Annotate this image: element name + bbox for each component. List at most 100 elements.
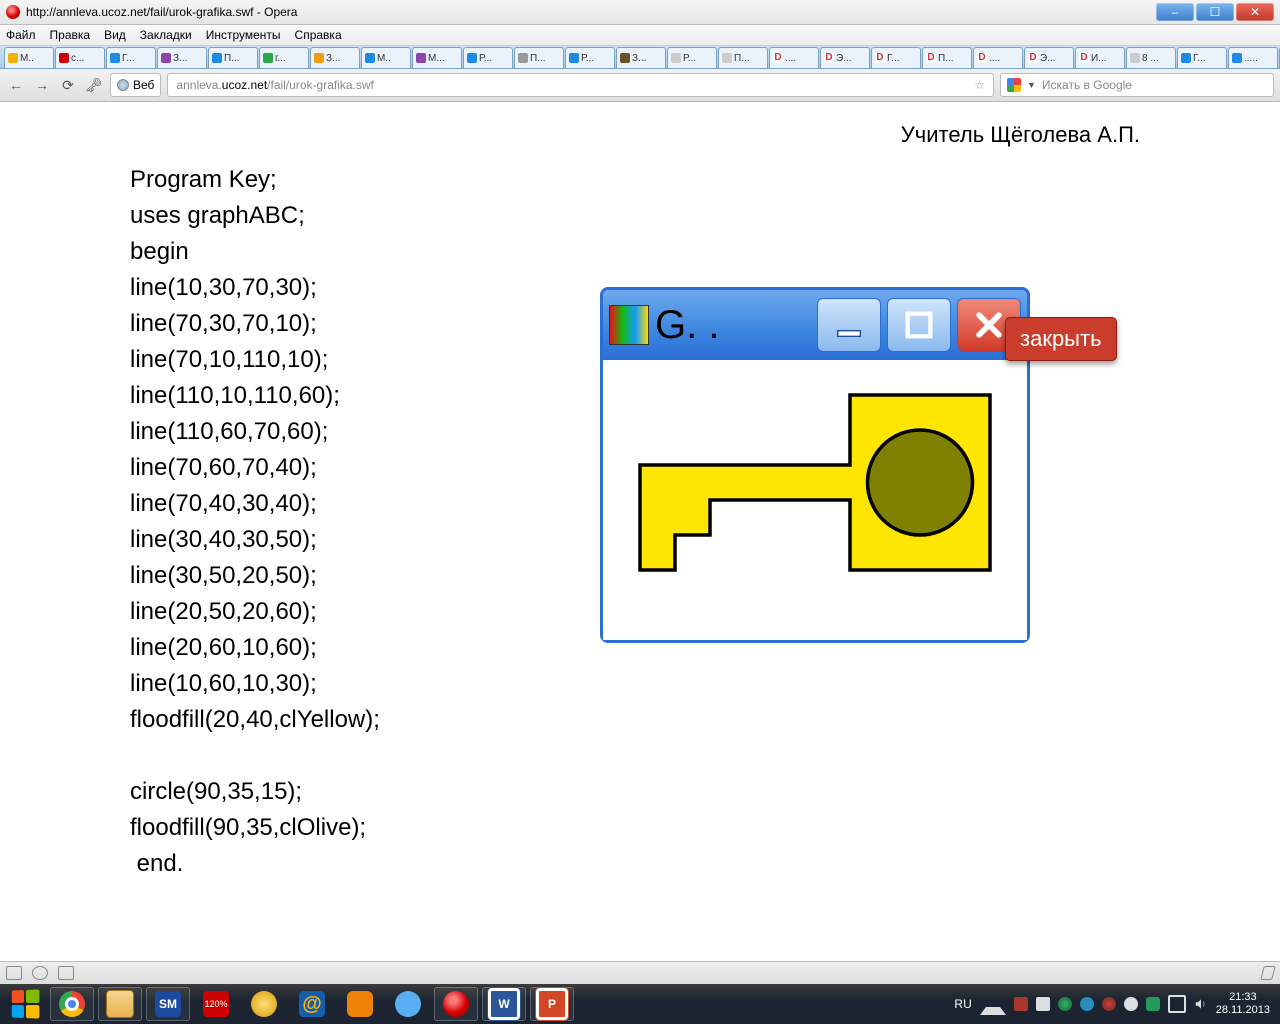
browser-tab[interactable]: Р... [565,47,615,68]
menu-bookmarks[interactable]: Закладки [140,28,192,42]
browser-tab[interactable]: З... [616,47,666,68]
tab-label: М.. [377,53,391,64]
browser-tab[interactable]: Р... [463,47,513,68]
panel-icon[interactable] [6,966,22,980]
search-field[interactable]: ▼ Искать в Google [1000,73,1274,97]
tab-label: ..... [1244,53,1258,64]
tray-opera-icon[interactable] [1102,997,1116,1011]
favicon-icon [8,53,18,63]
favicon-icon [314,53,324,63]
taskbar-app-1[interactable]: 120% [194,987,238,1021]
browser-tab[interactable]: ..... [1228,47,1278,68]
tray-green-icon[interactable] [1058,997,1072,1011]
tab-label: Г... [1193,53,1206,64]
browser-tab[interactable]: DГ... [871,47,921,68]
globe-icon [117,79,129,91]
tab-label: Э... [836,53,852,64]
favicon-icon [722,53,732,63]
browser-tab[interactable]: Г... [1177,47,1227,68]
taskbar-mailru[interactable]: @ [290,987,334,1021]
url-path: /fail/urok-grafika.swf [267,78,374,92]
tab-label: Р... [479,53,492,64]
taskbar-sm[interactable]: SM [146,987,190,1021]
browser-tab[interactable]: П... [514,47,564,68]
tray-up-icon[interactable] [980,993,1006,1015]
tray-flag-icon[interactable] [1036,997,1050,1011]
menu-view[interactable]: Вид [104,28,126,42]
tray-net-icon[interactable] [1168,995,1186,1013]
favicon-icon [1130,53,1140,63]
favicon-icon [671,53,681,63]
menu-tools[interactable]: Инструменты [206,28,281,42]
tab-label: П... [938,53,954,64]
browser-tab[interactable]: М.. [4,47,54,68]
menu-file[interactable]: Файл [6,28,36,42]
nav-back-button[interactable]: ← [6,75,26,95]
browser-tab[interactable]: D.... [973,47,1023,68]
tray-clock[interactable]: 21:33 28.11.2013 [1216,991,1270,1017]
tray-volume-icon[interactable] [1194,997,1208,1011]
favicon-icon [110,53,120,63]
tray-green2-icon[interactable] [1146,997,1160,1011]
tab-label: З... [632,53,646,64]
favicon-icon [1181,53,1191,63]
window-close-button[interactable]: ✕ [1236,3,1274,21]
window-minimize-button[interactable]: – [1156,3,1194,21]
tray-white-icon[interactable] [1124,997,1138,1011]
taskbar-chrome[interactable] [50,987,94,1021]
address-bar: ← → ⟳ 🗝 Веб annleva.ucoz.net/fail/urok-g… [0,69,1280,102]
address-field[interactable]: annleva.ucoz.net/fail/urok-grafika.swf ☆ [167,73,994,97]
window-maximize-button[interactable]: ☐ [1196,3,1234,21]
browser-tab[interactable]: DЭ... [1024,47,1074,68]
taskbar-word[interactable]: W [482,987,526,1021]
tab-label: И... [1091,53,1107,64]
browser-tab[interactable]: Г... [106,47,156,68]
favicon-icon [1232,53,1242,63]
bookmark-star-icon[interactable]: ☆ [974,78,985,92]
resize-grip-icon [1260,966,1276,980]
browser-tab[interactable]: DЭ... [820,47,870,68]
nav-wand-button[interactable]: 🗝 [84,75,104,95]
browser-tab[interactable]: П... [208,47,258,68]
zoom-icon[interactable] [58,966,74,980]
browser-tab[interactable]: З... [157,47,207,68]
start-button[interactable] [4,987,46,1021]
taskbar-app-3[interactable] [386,987,430,1021]
browser-tab[interactable]: 8 ... [1126,47,1176,68]
browser-tab[interactable]: Р... [667,47,717,68]
window-buttons: – ☐ ✕ [1156,3,1274,21]
opera-status-bar [0,961,1280,984]
menu-help[interactable]: Справка [295,28,342,42]
tab-label: З... [173,53,187,64]
graphics-maximize-button[interactable] [887,298,951,352]
browser-tab[interactable]: П... [718,47,768,68]
browser-tab[interactable]: с... [55,47,105,68]
nav-forward-button[interactable]: → [32,75,52,95]
menu-edit[interactable]: Правка [50,28,91,42]
taskbar-explorer[interactable] [98,987,142,1021]
web-badge[interactable]: Веб [110,73,161,97]
tray-lang[interactable]: RU [954,997,971,1011]
graphics-minimize-button[interactable] [817,298,881,352]
favicon-icon [212,53,222,63]
taskbar-opera[interactable] [434,987,478,1021]
tray-agent-icon[interactable] [1080,997,1094,1011]
system-tray: RU 21:33 28.11.2013 [954,991,1276,1017]
taskbar-ok[interactable] [338,987,382,1021]
browser-tab[interactable]: З... [310,47,360,68]
d-favicon-icon: D [773,53,783,63]
taskbar-powerpoint[interactable]: P [530,987,574,1021]
browser-tab[interactable]: г... [259,47,309,68]
browser-tab[interactable]: D.... [769,47,819,68]
sync-icon[interactable] [32,966,48,980]
tab-label: Э... [1040,53,1056,64]
tab-label: .... [989,53,1000,64]
nav-reload-button[interactable]: ⟳ [58,75,78,95]
browser-tab[interactable]: DИ... [1075,47,1125,68]
tray-shield-icon[interactable] [1014,997,1028,1011]
browser-tab[interactable]: М.. [361,47,411,68]
favicon-icon [467,53,477,63]
taskbar-app-2[interactable] [242,987,286,1021]
browser-tab[interactable]: DП... [922,47,972,68]
browser-tab[interactable]: M... [412,47,462,68]
